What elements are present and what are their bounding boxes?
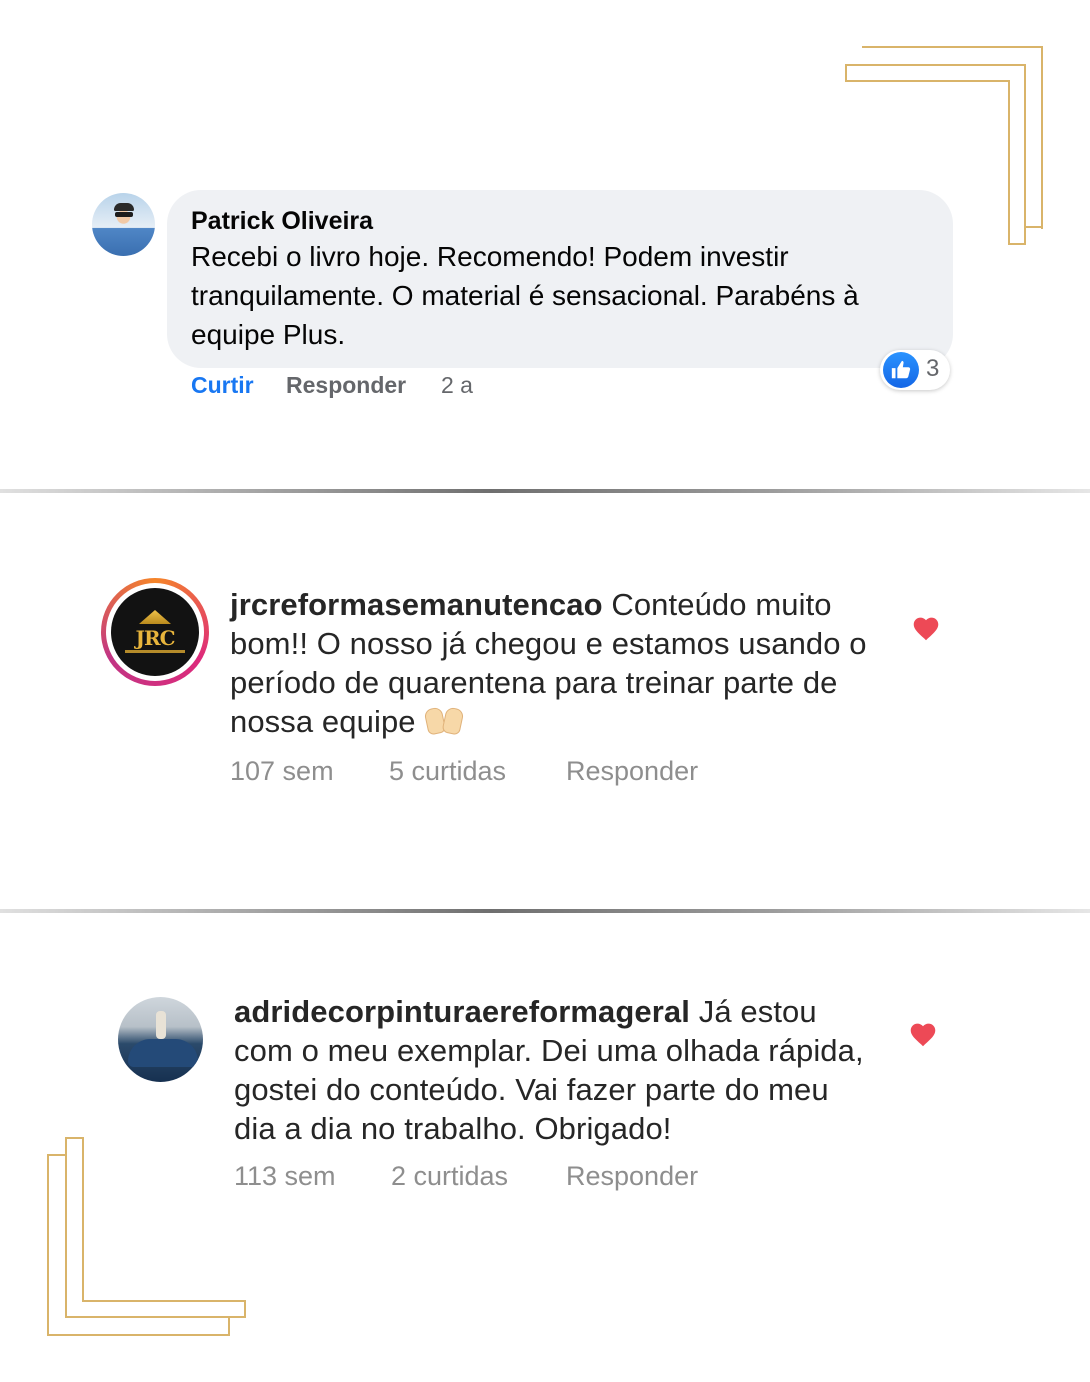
- thumbs-up-icon: [883, 352, 919, 388]
- likes-count[interactable]: 2 curtidas: [391, 1161, 508, 1192]
- comment-timestamp[interactable]: 107 sem: [230, 756, 334, 787]
- reply-button[interactable]: Responder: [566, 756, 698, 787]
- comment-username[interactable]: adridecorpinturaereformageral: [234, 994, 690, 1029]
- raised-hands-icon: [423, 706, 466, 736]
- avatar[interactable]: JRC: [101, 578, 209, 686]
- comment-text: Recebi o livro hoje. Recomendo! Podem in…: [191, 241, 859, 350]
- jrc-logo: JRC: [111, 588, 199, 676]
- comment-timestamp[interactable]: 2 a: [441, 372, 473, 399]
- comment-username[interactable]: jrcreformasemanutencao: [230, 587, 603, 622]
- reaction-count: 3: [926, 355, 940, 382]
- comment-author[interactable]: Patrick Oliveira: [191, 205, 929, 237]
- logo-text: JRC: [135, 626, 175, 650]
- like-button[interactable]: Curtir: [191, 372, 254, 399]
- heart-icon[interactable]: [908, 1020, 938, 1047]
- avatar[interactable]: [118, 997, 203, 1082]
- avatar[interactable]: [92, 193, 155, 256]
- corner-frame-bottom-left: [0, 1120, 260, 1360]
- comment-text-block: adridecorpinturaereformageral Já estou c…: [234, 992, 874, 1148]
- comment-bubble: Patrick Oliveira Recebi o livro hoje. Re…: [167, 190, 953, 368]
- divider: [0, 909, 1090, 913]
- comment-text-block: jrcreformasemanutencao Conteúdo muito bo…: [230, 585, 890, 741]
- divider: [0, 489, 1090, 493]
- likes-count[interactable]: 5 curtidas: [389, 756, 506, 787]
- heart-icon[interactable]: [911, 614, 941, 641]
- reply-button[interactable]: Responder: [286, 372, 406, 399]
- reaction-badge[interactable]: 3: [880, 350, 950, 390]
- reply-button[interactable]: Responder: [566, 1161, 698, 1192]
